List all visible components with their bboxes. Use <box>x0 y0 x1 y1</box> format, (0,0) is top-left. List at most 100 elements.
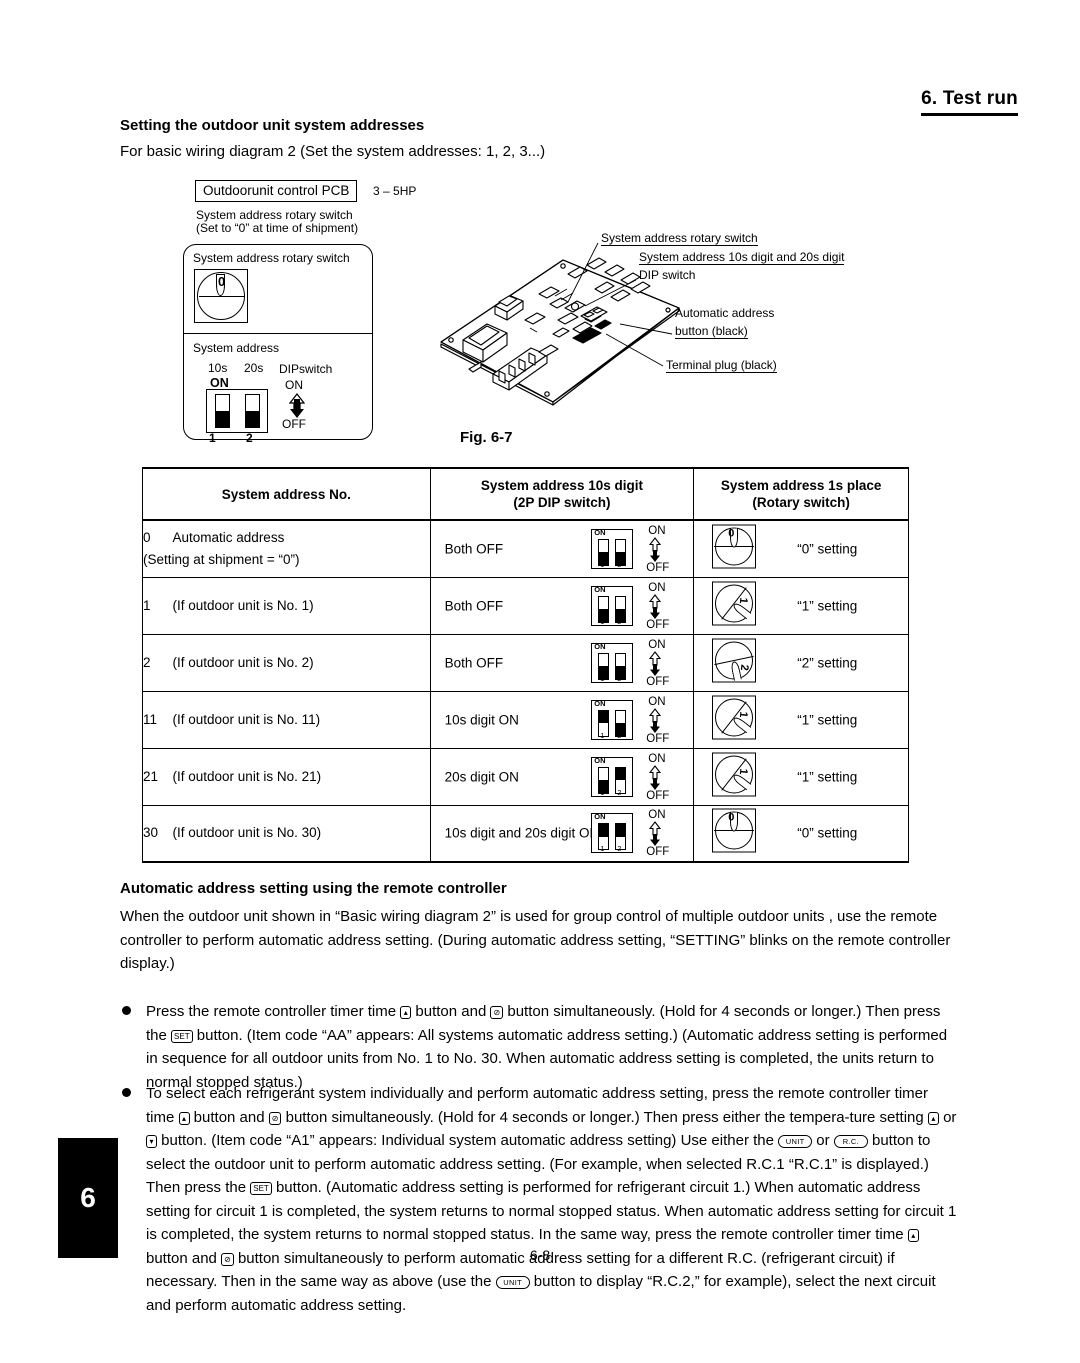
row-number: 2 <box>143 654 151 670</box>
dip-box: ON 1 2 <box>591 584 634 626</box>
dip-num-2: 2 <box>617 730 622 740</box>
row-desc: (If outdoor unit is No. 1) <box>172 597 314 613</box>
row-number: 11 <box>143 711 158 727</box>
table-row: 0 Automatic address (Setting at shipment … <box>142 519 909 578</box>
row-desc: (If outdoor unit is No. 30) <box>172 825 322 841</box>
table-row: 1 (If outdoor unit is No. 1) Both OFF ON 1 2… <box>142 576 909 635</box>
axis-off-label: OFF <box>646 675 670 688</box>
dip-box: ON 1 2 <box>591 641 634 683</box>
cell-rotary-switch: 1 “1” setting <box>693 747 909 806</box>
dip-num-2: 2 <box>617 559 622 569</box>
figure-label: Fig. 6-7 <box>460 429 513 446</box>
dip-description: Both OFF <box>444 655 504 670</box>
off-arrow-icon <box>650 777 661 790</box>
dip-num-1: 1 <box>600 730 605 740</box>
dip-on-label: ON <box>594 527 606 537</box>
rotary-dial-icon: 1 <box>712 752 757 801</box>
rotary-setting-label: “2” setting <box>797 655 858 670</box>
axis-on-label: ON <box>648 809 666 822</box>
dip-num-2: 2 <box>617 673 622 683</box>
dip-box: ON 1 2 <box>591 698 634 740</box>
dip-on-label: ON <box>594 755 606 765</box>
rc-button-icon[interactable]: R.C. <box>833 1135 868 1148</box>
dip-description: Both OFF <box>444 598 504 613</box>
dial-value: 0 <box>728 527 735 540</box>
dip-on-label: ON <box>594 641 606 651</box>
dip-num-1: 1 <box>600 844 605 854</box>
row-number: 1 <box>143 597 151 613</box>
rotary-setting-label: “1” setting <box>797 712 858 727</box>
dip-direction-axis: ON OFF <box>638 639 683 688</box>
unit-button-icon[interactable]: UNIT <box>495 1276 530 1289</box>
dip-direction-axis: ON OFF <box>638 524 683 574</box>
rotary-setting-label: “1” setting <box>797 598 858 613</box>
dial-value: 1 <box>737 596 750 604</box>
intro-text: For basic wiring diagram 2 (Set the syst… <box>120 143 546 160</box>
dip-num-1: 1 <box>600 616 605 626</box>
table-row: 11 (If outdoor unit is No. 11) 10s digit … <box>142 690 909 749</box>
dip-num-2: 2 <box>617 616 622 626</box>
row-number: 30 <box>143 825 159 841</box>
header-10s-digit: System address 10s digit (2P DIP switch) <box>429 467 695 521</box>
dip-description: Both OFF <box>444 541 504 557</box>
axis-off-label: OFF <box>646 618 670 631</box>
temp-up-button-icon[interactable]: ▴ <box>927 1111 939 1125</box>
axis-on-label: ON <box>648 752 666 765</box>
rotary-setting-label: “1” setting <box>797 769 858 784</box>
dip-box: ON 1 2 <box>591 527 634 569</box>
header-1s-place: System address 1s place (Rotary switch) <box>693 467 909 521</box>
dip-box: ON 1 2 <box>591 813 634 854</box>
bullet-dot-icon <box>122 1088 131 1097</box>
off-arrow-icon <box>650 834 661 847</box>
axis-off-label: OFF <box>646 732 670 745</box>
timer-mode-button-icon[interactable]: ⊘ <box>490 1006 504 1019</box>
cell-address-no: 30 (If outdoor unit is No. 30) <box>142 804 431 863</box>
table-header-row: System address No. System address 10s di… <box>142 467 909 521</box>
timer-up-button-icon[interactable]: ▴ <box>907 1229 919 1242</box>
axis-off-label: OFF <box>646 789 670 802</box>
row-desc: Automatic address <box>172 529 285 545</box>
system-address-table: System address No. System address 10s di… <box>142 467 909 863</box>
table-row: 21 (If outdoor unit is No. 21) 20s digit … <box>142 747 909 806</box>
timer-up-button-icon[interactable]: ▴ <box>178 1111 190 1125</box>
header-system-address-no: System address No. <box>142 467 431 521</box>
row-desc-2: (Setting at shipment = “0”) <box>143 551 300 567</box>
dip-switch-icon: ON 1 2 ON OFF <box>591 639 683 688</box>
bullet-item-1: Press the remote controller timer time ▴… <box>120 1000 960 1094</box>
axis-on-label: ON <box>648 695 666 708</box>
page-number: 6-8 <box>529 1247 551 1263</box>
temp-down-button-icon[interactable]: ▾ <box>146 1135 157 1148</box>
dial-value: 0 <box>728 811 735 824</box>
dip-on-label: ON <box>594 584 606 594</box>
table-row: 2 (If outdoor unit is No. 2) Both OFF ON 1 2… <box>142 633 909 692</box>
off-arrow-icon <box>650 720 661 733</box>
axis-off-label: OFF <box>646 846 670 859</box>
timer-up-button-icon[interactable]: ▴ <box>400 1006 412 1019</box>
chapter-header: 6. Test run <box>921 88 1018 116</box>
rotary-dial-icon: 2 <box>712 638 757 687</box>
rotary-setting-label: “0” setting <box>797 825 858 841</box>
dip-switch-icon: ON 1 2 ON OFF <box>591 695 683 745</box>
cell-address-no: 2 (If outdoor unit is No. 2) <box>142 633 431 692</box>
row-number: 21 <box>143 768 159 784</box>
set-button-icon[interactable]: SET <box>171 1029 193 1043</box>
dip-num-2: 2 <box>617 787 622 797</box>
set-button-icon[interactable]: SET <box>250 1182 272 1195</box>
rotary-dial-icon: 1 <box>712 695 757 744</box>
bullet-item-2: To select each refrigerant system indivi… <box>120 1082 960 1317</box>
dip-box: ON 1 2 <box>591 755 634 797</box>
dip-direction-axis: ON OFF <box>638 809 683 859</box>
axis-on-label: ON <box>648 524 666 537</box>
cell-address-no: 11 (If outdoor unit is No. 11) <box>142 690 431 749</box>
rotary-dial-icon: 0 <box>712 524 757 573</box>
timer-mode-button-icon[interactable]: ⊘ <box>268 1111 282 1125</box>
unit-button-icon[interactable]: UNIT <box>778 1135 813 1148</box>
cell-address-no: 0 Automatic address (Setting at shipment … <box>142 519 431 578</box>
dip-description: 20s digit ON <box>444 769 519 784</box>
dip-on-label: ON <box>594 698 606 708</box>
dip-switch-icon: ON 1 2 ON OFF <box>591 582 683 631</box>
row-desc: (If outdoor unit is No. 21) <box>172 768 322 784</box>
cell-address-no: 1 (If outdoor unit is No. 1) <box>142 576 431 635</box>
cell-rotary-switch: 0 “0” setting <box>693 519 909 578</box>
cell-rotary-switch: 2 “2” setting <box>693 633 909 692</box>
